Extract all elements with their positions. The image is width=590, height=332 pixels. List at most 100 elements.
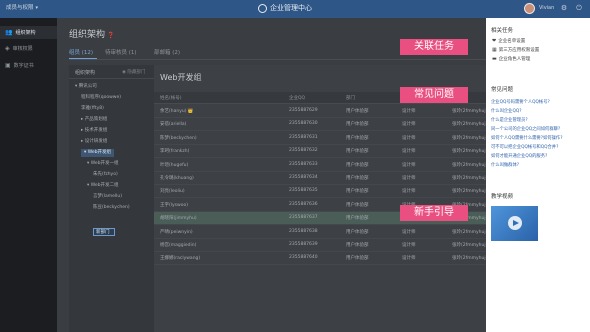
- table-cell: 胡晓阳(jimmyhu): [160, 216, 197, 222]
- column-header[interactable]: 部门: [346, 95, 355, 101]
- table-cell: 用户体验部: [346, 189, 369, 195]
- table-row[interactable]: 余艺(hanyu) 👑 2355887629 用户体验部 设计师 张玲(2fmmyhuj…: [154, 105, 488, 118]
- tree-node[interactable]: 朱先(fzhyo): [93, 171, 118, 179]
- table-cell: 2355887635: [289, 188, 318, 194]
- hide-departments-label: 隐藏部门: [127, 70, 146, 75]
- tree-node[interactable]: 言梦(lamellu): [93, 193, 122, 201]
- table-cell: 2355887640: [289, 255, 318, 261]
- table-cell: 用户体验部: [346, 243, 369, 248]
- table-cell: 用户体验部: [346, 122, 369, 128]
- table-row[interactable]: 杨宫(maggiedin) 2355887639 用户体验部 设计师 张玲(2fmmyh…: [154, 239, 487, 252]
- table-cell: 2355887629: [289, 108, 318, 113]
- faq-link[interactable]: 什么叫做群体?: [491, 162, 519, 168]
- top-bar: 成员与权限 ▾ 企业管理中心 Vivian ⚙ ⏻: [0, 0, 590, 18]
- table-cell: 张玲(2fmmyhuj): [452, 162, 488, 168]
- table-row[interactable]: 严晴(peiwnyin) 2355887638 用户体验部 设计师 张玲(2fmmyhu…: [154, 226, 488, 239]
- tree-node[interactable]: ▾ 腾讯公司: [75, 83, 97, 91]
- sidebar-item-cert[interactable]: ▣ 数字证书: [0, 59, 57, 72]
- table-cell: 余艺(hanyu) 👑: [160, 109, 194, 114]
- play-icon[interactable]: [508, 216, 522, 230]
- help-panel: 相关任务 ❤ 企业名单设置 ▦ 第三方应用权限设置 ▬ 企业角色人管理 常见问题 企业…: [486, 18, 590, 332]
- task-label: 第三方应用权限设置: [498, 48, 540, 53]
- tab-pending[interactable]: 待审核员 (1): [105, 48, 137, 56]
- user-name[interactable]: Vivian: [539, 5, 554, 11]
- column-header[interactable]: 企业QQ: [289, 95, 305, 101]
- tree-header-label: 组织架构: [75, 70, 96, 76]
- eye-icon: ◉: [122, 70, 126, 75]
- video-title: 教学视频: [491, 194, 514, 200]
- table-row[interactable]: 孔令璐(khuang) 2355887634 用户体验部 设计师 张玲(2fmmyhuj…: [154, 172, 487, 185]
- table-row[interactable]: 安蓓(ariella) 2355887630 用户体验部 设计师 张玲(2fmmyhuj…: [154, 118, 487, 132]
- tree-node[interactable]: ▸ 设计研发组: [81, 138, 107, 146]
- table-cell: 用户体验部: [346, 109, 369, 114]
- tree-node-selected[interactable]: ▾ Web开发组: [81, 149, 114, 157]
- hide-departments-toggle[interactable]: ◉ 隐藏部门: [122, 69, 145, 75]
- back-link[interactable]: 成员与权限 ▾: [4, 3, 38, 11]
- column-header[interactable]: 姓名(帐号): [160, 95, 182, 101]
- tree-node[interactable]: ▾ Web开发二组: [87, 182, 119, 190]
- tree-node[interactable]: 李雅(ffty8): [81, 105, 104, 113]
- table-cell: 2355887632: [289, 148, 318, 154]
- tab-mailbox[interactable]: 部邮箱 (2): [154, 48, 180, 56]
- main-area: 组织架构 ❓ 组员 (12) 待审核员 (1) 部邮箱 (2) 组织架构 ◉ 隐藏…: [57, 18, 488, 332]
- table-cell: 用户体验部: [346, 202, 369, 208]
- power-icon[interactable]: ⏻: [575, 4, 583, 12]
- callout-related-tasks: 关联任务: [400, 39, 468, 55]
- table-row[interactable]: 刘亮(leoliu) 2355887635 用户体验部 设计师 张玲(2fmmyhuj): [154, 185, 488, 199]
- task-label: 企业名单设置: [498, 39, 526, 44]
- task-label: 企业角色人管理: [498, 57, 531, 62]
- table-row[interactable]: 叶瑄(hugefu) 2355887633 用户体验部 设计师 张玲(2fmmyhuj): [154, 159, 488, 172]
- settings-icon[interactable]: ⚙: [560, 4, 568, 12]
- sidebar-item-review[interactable]: ◈ 审核权限: [0, 42, 57, 55]
- table-cell: 2355887631: [289, 134, 318, 140]
- chevron-down-icon: ▾: [35, 5, 39, 11]
- task-link[interactable]: ❤ 企业名单设置: [492, 38, 525, 44]
- task-link[interactable]: ▬ 企业角色人管理: [492, 56, 530, 62]
- table-cell: 王娜娜(raclywang): [160, 256, 201, 262]
- sidebar-item-org[interactable]: 👥 组织架构: [0, 26, 57, 39]
- table-row[interactable]: 陈梦(beckychen) 2355887631 用户体验部 设计师 张玲(2fmmyh…: [154, 132, 487, 145]
- group-title: Web开发组: [160, 73, 202, 82]
- tree-header: 组织架构 ◉ 隐藏部门: [69, 65, 154, 79]
- tree-node[interactable]: 陈豆(beckychen): [93, 204, 130, 212]
- faq-link[interactable]: 同一个公司的企业QQ之间如何群聊?: [491, 126, 560, 132]
- avatar[interactable]: [524, 3, 535, 14]
- faq-link[interactable]: 可不可以把企业QQ帐号和QQ合并?: [491, 144, 558, 150]
- table-cell: 张玲(2fmmyhuj): [452, 189, 488, 195]
- app-window: 成员与权限 ▾ 企业管理中心 Vivian ⚙ ⏻ 👥 组织架构 ◈ 审核权限 ▣ 数字…: [0, 0, 590, 332]
- app-title: 企业管理中心: [270, 4, 312, 12]
- tree-node[interactable]: 程科程序(qoowwe): [81, 94, 121, 102]
- tree-node[interactable]: ▸ 产品策划组: [81, 116, 107, 124]
- task-link[interactable]: ▦ 第三方应用权限设置: [492, 47, 539, 53]
- new-department-value: 新部门: [96, 230, 110, 235]
- page-title: 组织架构 ❓: [69, 27, 115, 40]
- tab-members[interactable]: 组员 (12): [69, 48, 93, 56]
- faq-link[interactable]: 什么叫企业QQ?: [491, 108, 522, 114]
- table-cell: 用户体验部: [346, 135, 369, 141]
- table-cell: 用户体验部: [346, 256, 369, 262]
- tree-node[interactable]: ▸ 技术开发组: [81, 127, 107, 135]
- page-title-text: 组织架构: [69, 30, 106, 40]
- table-row[interactable]: 李珂(frankzh) 2355887632 用户体验部 设计师 张玲(2fmmyhuj…: [154, 145, 487, 159]
- faq-link[interactable]: 企业QQ号码需要个人QQ帐号?: [491, 99, 550, 105]
- tutorial-video-thumbnail[interactable]: [491, 206, 538, 241]
- info-icon[interactable]: ❓: [107, 32, 114, 39]
- table-cell: 设计师: [402, 189, 416, 195]
- table-cell: 张玲(2fmmyhuj): [452, 109, 488, 114]
- folder-icon: ▬: [492, 56, 497, 62]
- tree-node[interactable]: ▾ Web开发一组: [87, 160, 119, 168]
- table-cell: 2355887634: [289, 175, 318, 180]
- faq-link[interactable]: 如何才能开通企业QQ的服务?: [491, 153, 547, 159]
- table-row[interactable]: 王娜娜(raclywang) 2355887640 用户体验部 设计师 张玲(2fmmy…: [154, 252, 487, 266]
- table-cell: 王宇(lyswoo): [160, 202, 188, 208]
- table-cell: 设计师: [402, 109, 416, 114]
- table-cell: 2355887630: [289, 121, 318, 127]
- member-table-area: Web开发组 姓名(帐号) 企业QQ 部门 职务 邮件 余艺(hanyu) 👑2…: [154, 65, 488, 332]
- faq-link[interactable]: 如何个人QQ需要什么需要?如何操作?: [491, 135, 562, 141]
- people-icon: 👥: [5, 29, 13, 36]
- new-department-input[interactable]: 新部门: [93, 228, 115, 236]
- faq-link[interactable]: 什么是企业管理员?: [491, 117, 528, 123]
- table-cell: 张玲(2fmmyhuj): [452, 229, 488, 235]
- table-cell: 设计师: [402, 122, 416, 128]
- callout-beginner-guide: 新手引导: [400, 205, 468, 221]
